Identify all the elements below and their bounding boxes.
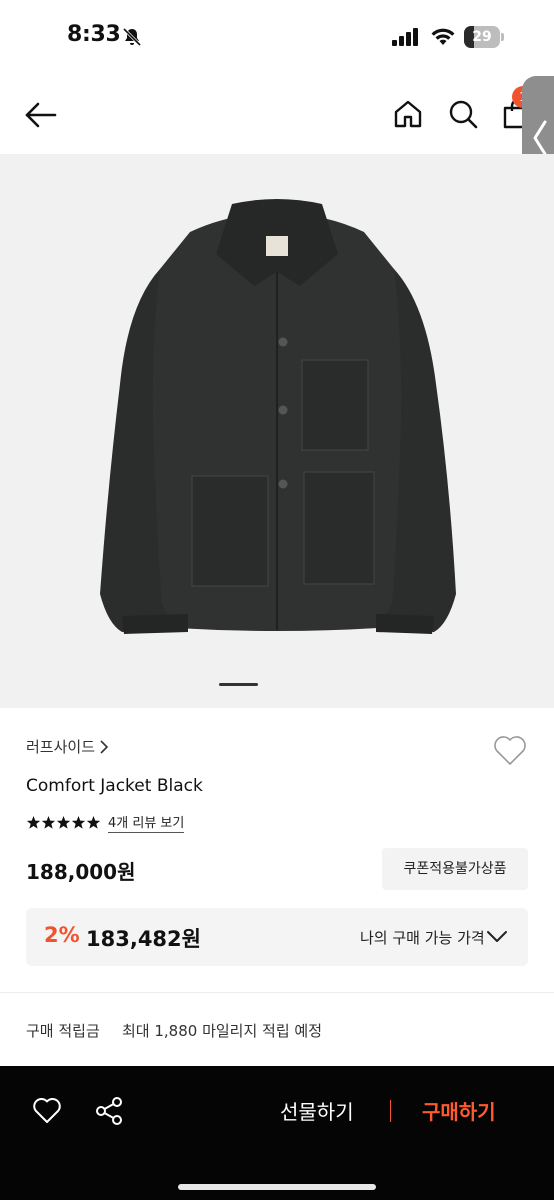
chevron-down-icon[interactable] (486, 928, 508, 944)
star-icon (56, 815, 71, 829)
product-name: Comfort Jacket Black (26, 776, 203, 796)
back-arrow-icon[interactable] (24, 100, 58, 130)
section-divider (0, 992, 554, 993)
bottom-action-bar: 선물하기 구매하기 (0, 1066, 554, 1200)
status-time: 8:33 (67, 22, 121, 47)
heart-icon[interactable] (32, 1096, 62, 1124)
star-icon (71, 815, 86, 829)
top-nav-bar: 1 (0, 76, 554, 154)
wifi-icon (431, 28, 455, 45)
search-icon[interactable] (447, 98, 479, 130)
bell-slash-icon (122, 27, 142, 47)
signal-icon (392, 28, 418, 46)
discount-rate: 2% (44, 923, 80, 947)
home-icon[interactable] (392, 98, 424, 130)
my-price-value: 183,482원 (86, 927, 201, 951)
star-rating-icon (26, 815, 101, 829)
gift-button[interactable]: 선물하기 (280, 1096, 354, 1125)
review-link[interactable]: 4개 리뷰 보기 (108, 812, 185, 833)
image-page-indicator (219, 683, 258, 686)
product-image-carousel[interactable] (0, 154, 554, 708)
coupon-status-badge: 쿠폰적용불가상품 (382, 848, 528, 890)
points-value: 최대 1,880 마일리지 적립 예정 (122, 1022, 323, 1040)
share-icon[interactable] (94, 1096, 124, 1126)
brand-link[interactable]: 러프사이드 (26, 736, 109, 757)
buy-button[interactable]: 구매하기 (422, 1096, 496, 1125)
star-icon (26, 815, 41, 829)
product-price: 188,000원 (26, 860, 136, 884)
chevron-right-icon (100, 739, 109, 754)
product-photo-jacket (100, 199, 456, 634)
status-bar: 8:33 29 (0, 0, 554, 76)
star-icon (41, 815, 56, 829)
battery-indicator: 29 (464, 26, 504, 48)
chevron-left-icon (533, 120, 547, 156)
heart-outline-icon[interactable] (492, 733, 528, 767)
my-price-box[interactable]: 2% 183,482원 나의 구매 가능 가격 (26, 908, 528, 966)
my-price-label: 나의 구매 가능 가격 (360, 929, 485, 947)
button-divider (390, 1100, 391, 1122)
home-indicator (178, 1184, 376, 1190)
brand-name: 러프사이드 (26, 738, 96, 756)
points-label: 구매 적립금 (26, 1022, 100, 1040)
star-icon (86, 815, 101, 829)
rating-row: 4개 리뷰 보기 (26, 812, 185, 833)
battery-text: 29 (472, 29, 492, 45)
